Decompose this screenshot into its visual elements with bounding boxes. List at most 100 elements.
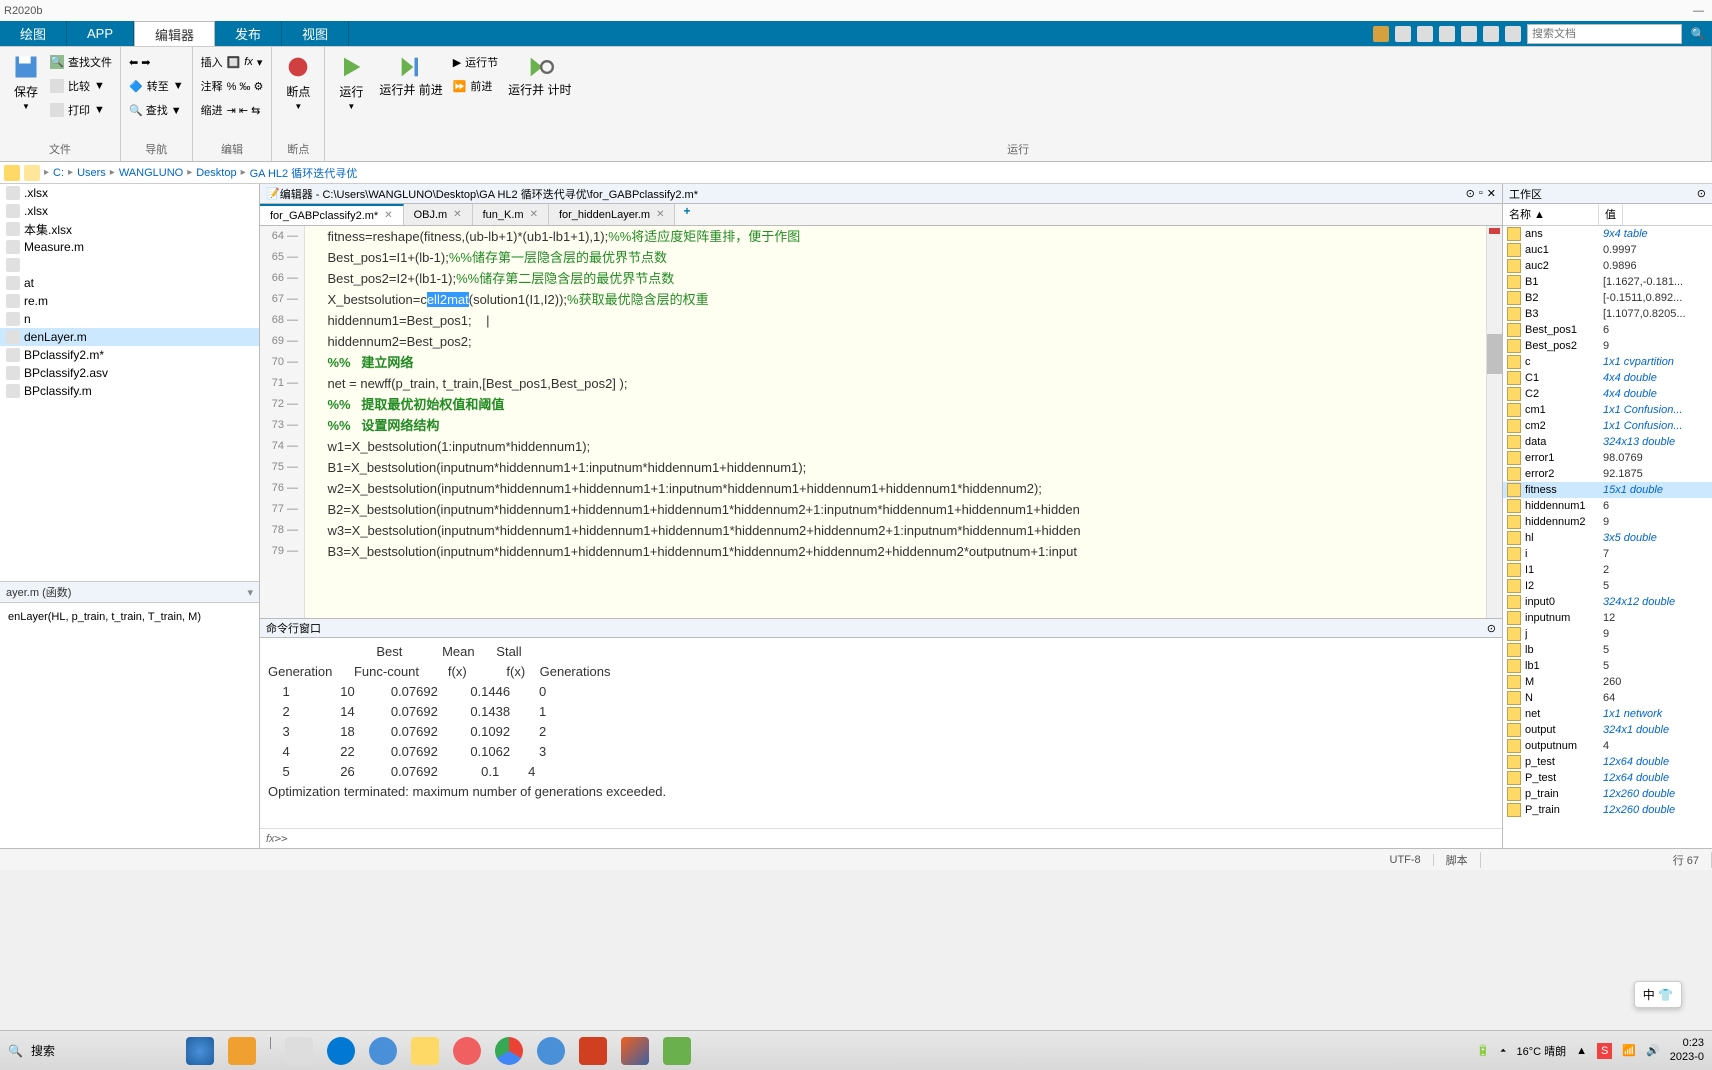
workspace-variable[interactable]: B3[1.1077,0.8205... (1503, 306, 1712, 322)
doc-search-input[interactable] (1532, 28, 1677, 40)
find-button[interactable]: 🔍 查找 ▼ (129, 99, 184, 121)
run-section-button[interactable]: ▶ 运行节 (453, 51, 498, 73)
code-editor[interactable]: 64 —65 —66 —67 —68 —69 —70 —71 —72 —73 —… (260, 226, 1502, 618)
close-editor-icon[interactable]: ✕ (1487, 187, 1496, 200)
doc-search-button[interactable]: 🔍 (1688, 24, 1708, 44)
help-icon[interactable] (1505, 26, 1521, 42)
code-line[interactable]: fitness=reshape(fitness,(ub-lb+1)*(ub1-l… (313, 226, 1486, 247)
breakpoint-button[interactable]: 断点 ▼ (280, 51, 316, 113)
file-item[interactable] (0, 256, 259, 274)
path-segment[interactable]: Users (77, 167, 106, 179)
code-line[interactable]: %% 提取最优初始权值和阈值 (313, 394, 1486, 415)
file-item[interactable]: .xlsx (0, 184, 259, 202)
file-item[interactable]: BPclassify2.asv (0, 364, 259, 382)
run-advance-button[interactable]: 运行并 前进 (375, 51, 446, 99)
close-tab-icon[interactable]: ✕ (530, 209, 538, 220)
workspace-variable[interactable]: auc20.9896 (1503, 258, 1712, 274)
workspace-variable[interactable]: I12 (1503, 562, 1712, 578)
close-tab-icon[interactable]: ✕ (453, 209, 461, 220)
workspace-variable[interactable]: ans9x4 table (1503, 226, 1712, 242)
file-item[interactable]: BPclassify2.m* (0, 346, 259, 364)
path-segment[interactable]: GA HL2 循环迭代寻优 (250, 165, 358, 181)
code-line[interactable]: X_bestsolution=cell2mat(solution1(I1,I2)… (313, 289, 1486, 310)
workspace-variable[interactable]: cm11x1 Confusion... (1503, 402, 1712, 418)
workspace-variable[interactable]: input0324x12 double (1503, 594, 1712, 610)
copy-icon[interactable] (1417, 26, 1433, 42)
workspace-variable[interactable]: auc10.9997 (1503, 242, 1712, 258)
code-line[interactable]: hiddennum1=Best_pos1; | (313, 310, 1486, 331)
fx-prompt[interactable]: fx (266, 833, 275, 845)
workspace-variable[interactable]: B1[1.1627,-0.181... (1503, 274, 1712, 290)
battery-icon[interactable]: 🔋 (1476, 1044, 1490, 1057)
tray-icon[interactable]: ▲ (1576, 1045, 1587, 1057)
editor-tab[interactable]: fun_K.m✕ (473, 204, 549, 225)
workspace-variable[interactable]: cm21x1 Confusion... (1503, 418, 1712, 434)
file-item[interactable]: BPclassify.m (0, 382, 259, 400)
tab-editor[interactable]: 编辑器 (134, 21, 215, 46)
code-line[interactable]: %% 建立网络 (313, 352, 1486, 373)
paste-icon[interactable] (1439, 26, 1455, 42)
ie-icon[interactable] (537, 1037, 565, 1065)
code-line[interactable]: Best_pos1=I1+(lb-1);%%储存第一层隐含层的最优界节点数 (313, 247, 1486, 268)
code-line[interactable]: w3=X_bestsolution(inputnum*hiddennum1+hi… (313, 520, 1486, 541)
run-time-button[interactable]: 运行并 计时 (504, 51, 575, 99)
workspace-variable[interactable]: error292.1875 (1503, 466, 1712, 482)
code-line[interactable]: B2=X_bestsolution(inputnum*hiddennum1+hi… (313, 499, 1486, 520)
goto-button[interactable]: 🔷 转至 ▼ (129, 75, 184, 97)
code-line[interactable]: B3=X_bestsolution(inputnum*hiddennum1+hi… (313, 541, 1486, 562)
workspace-variable[interactable]: j9 (1503, 626, 1712, 642)
ime-indicator[interactable]: 中 👕 (1634, 981, 1682, 1008)
ws-options-icon[interactable]: ⊙ (1697, 187, 1706, 200)
workspace-variable[interactable]: fitness15x1 double (1503, 482, 1712, 498)
save-button[interactable]: 保存 ▼ (8, 51, 44, 113)
cut-icon[interactable] (1395, 26, 1411, 42)
workspace-variable[interactable]: hiddennum16 (1503, 498, 1712, 514)
dock-icon[interactable]: ⊙ (1466, 187, 1475, 200)
workspace-variable[interactable]: net1x1 network (1503, 706, 1712, 722)
code-line[interactable]: hiddennum2=Best_pos2; (313, 331, 1486, 352)
folder-open-icon[interactable] (24, 165, 40, 181)
clock-time[interactable]: 0:23 (1670, 1037, 1704, 1050)
ws-col-value[interactable]: 值 (1599, 204, 1623, 225)
find-files-button[interactable]: 🔍查找文件 (50, 51, 112, 73)
indent-button[interactable]: 缩进 ⇥ ⇤ ⇆ (201, 99, 264, 121)
workspace-variable[interactable]: P_test12x64 double (1503, 770, 1712, 786)
cmd-options-icon[interactable]: ⊙ (1487, 622, 1496, 635)
nav-back[interactable]: ⬅ ➡ (129, 51, 184, 73)
file-item[interactable]: re.m (0, 292, 259, 310)
ws-col-name[interactable]: 名称 ▲ (1503, 204, 1599, 225)
code-line[interactable]: w2=X_bestsolution(inputnum*hiddennum1+hi… (313, 478, 1486, 499)
comment-button[interactable]: 注释 % ‰ ⚙ (201, 75, 264, 97)
minimize-icon[interactable]: — (1693, 5, 1704, 17)
workspace-variable[interactable]: output324x1 double (1503, 722, 1712, 738)
tab-publish[interactable]: 发布 (215, 21, 282, 46)
workspace-variable[interactable]: p_train12x260 double (1503, 786, 1712, 802)
app-icon-3[interactable] (663, 1037, 691, 1065)
file-item[interactable]: denLayer.m (0, 328, 259, 346)
news-icon[interactable] (228, 1037, 256, 1065)
editor-tab[interactable]: for_hiddenLayer.m✕ (549, 204, 676, 225)
tab-view[interactable]: 视图 (282, 21, 349, 46)
workspace-variable[interactable]: data324x13 double (1503, 434, 1712, 450)
doc-search[interactable] (1527, 24, 1682, 44)
workspace-variable[interactable]: inputnum12 (1503, 610, 1712, 626)
add-tab-button[interactable]: + (675, 204, 698, 225)
code-line[interactable]: %% 设置网络结构 (313, 415, 1486, 436)
file-item[interactable]: .xlsx (0, 202, 259, 220)
tab-plot[interactable]: 绘图 (0, 21, 67, 46)
function-section-header[interactable]: ayer.m (函数)▾ (0, 581, 259, 603)
workspace-variable[interactable]: N64 (1503, 690, 1712, 706)
workspace-variable[interactable]: error198.0769 (1503, 450, 1712, 466)
folder-icon[interactable] (4, 165, 20, 181)
editor-tab[interactable]: for_GABPclassify2.m*✕ (260, 204, 404, 225)
volume-icon[interactable]: 🔊 (1646, 1044, 1660, 1057)
workspace-variable[interactable]: i7 (1503, 546, 1712, 562)
file-item[interactable]: at (0, 274, 259, 292)
workspace-variable[interactable]: I25 (1503, 578, 1712, 594)
app-icon-2[interactable] (453, 1037, 481, 1065)
editor-tab[interactable]: OBJ.m✕ (404, 204, 473, 225)
print-button[interactable]: 打印 ▼ (50, 99, 112, 121)
app-icon[interactable] (369, 1037, 397, 1065)
workspace-variable[interactable]: Best_pos29 (1503, 338, 1712, 354)
file-item[interactable]: 本集.xlsx (0, 220, 259, 238)
